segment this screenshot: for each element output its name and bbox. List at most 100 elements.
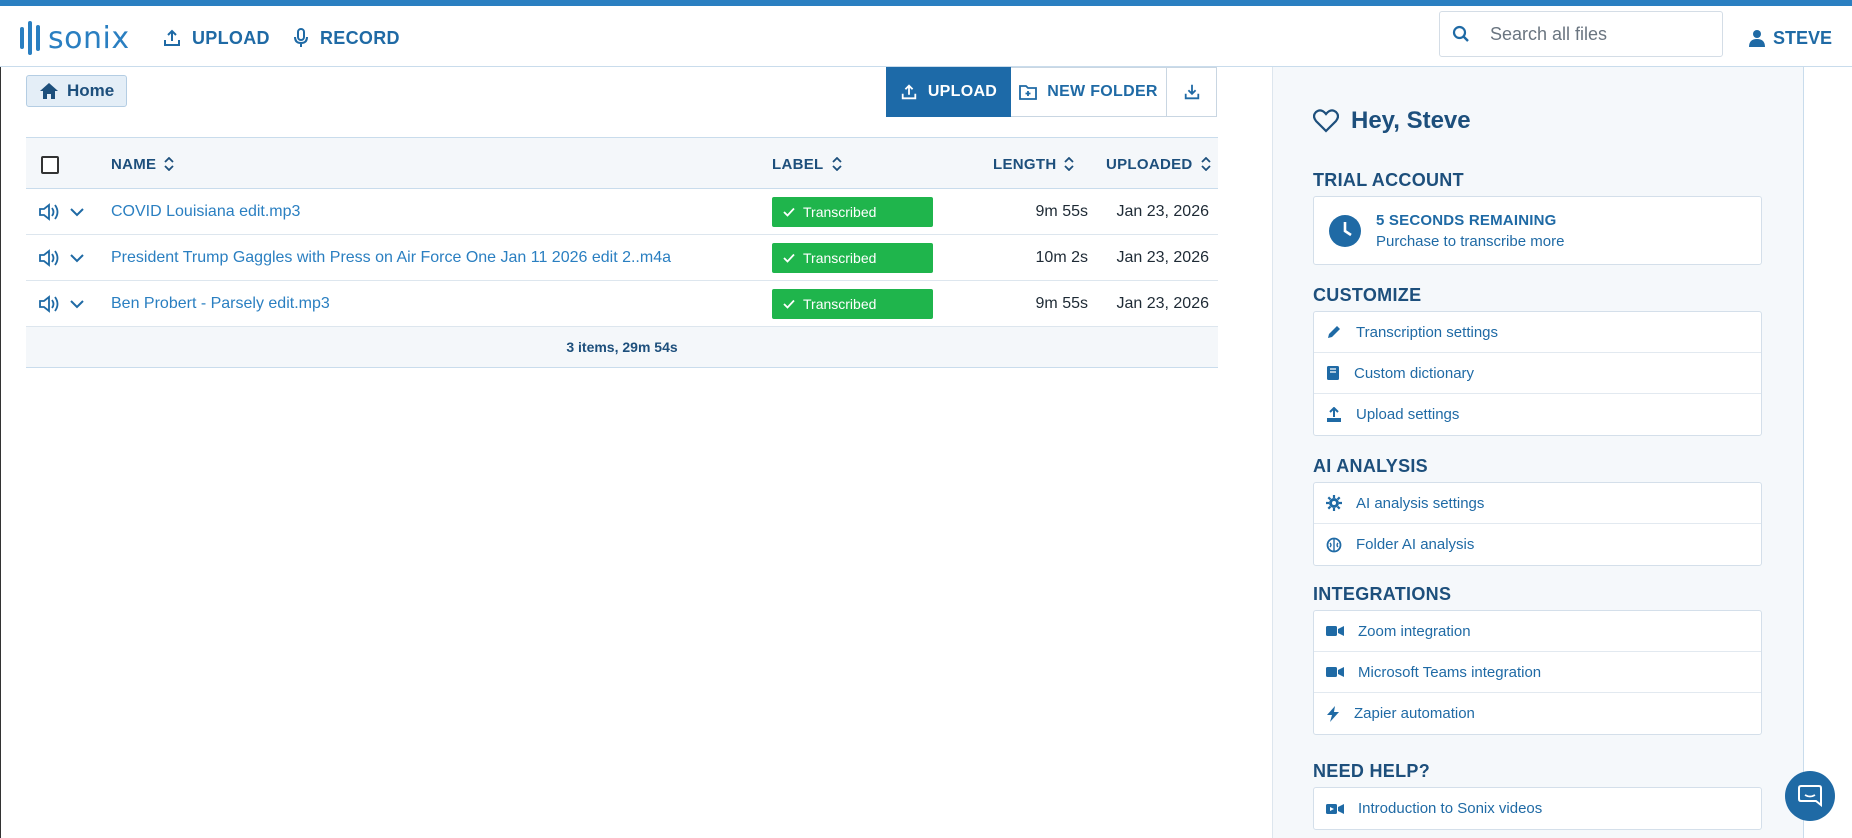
- book-icon: [1327, 366, 1339, 380]
- sort-icon: [164, 157, 175, 171]
- check-icon: [783, 253, 795, 263]
- intro-videos-link[interactable]: Introduction to Sonix videos: [1314, 788, 1761, 829]
- trial-purchase-link[interactable]: Purchase to transcribe more: [1376, 233, 1564, 250]
- check-icon: [783, 299, 795, 309]
- label-header-label: LABEL: [772, 155, 824, 173]
- label-column-header[interactable]: LABEL: [772, 138, 842, 190]
- label-cell: Transcribed: [772, 189, 933, 235]
- table-header: NAME LABEL LENGTH UPLOADED: [26, 137, 1218, 189]
- uploaded-column-header[interactable]: UPLOADED: [1106, 138, 1211, 190]
- transcription-settings-link[interactable]: Transcription settings: [1314, 312, 1761, 353]
- file-name-link[interactable]: COVID Louisiana edit.mp3: [111, 189, 300, 235]
- link-label: Zapier automation: [1354, 705, 1475, 722]
- user-menu[interactable]: STEVE: [1749, 24, 1832, 52]
- trial-text: 5 SECONDS REMAINING Purchase to transcri…: [1376, 212, 1564, 250]
- row-actions: [38, 189, 84, 235]
- download-button[interactable]: [1167, 67, 1217, 117]
- integrations-section-title: INTEGRATIONS: [1313, 584, 1452, 604]
- ai-card: AI analysis settings Folder AI analysis: [1313, 482, 1762, 566]
- logo-text: sonix: [48, 20, 130, 56]
- teams-integration-link[interactable]: Microsoft Teams integration: [1314, 652, 1761, 693]
- upload-settings-icon: [1327, 406, 1341, 422]
- sort-icon: [1200, 157, 1211, 171]
- custom-dictionary-link[interactable]: Custom dictionary: [1314, 353, 1761, 394]
- table-summary: 3 items, 29m 54s: [26, 327, 1218, 368]
- nav-upload-link[interactable]: UPLOAD: [162, 24, 270, 52]
- file-name-link[interactable]: President Trump Gaggles with Press on Ai…: [111, 235, 671, 281]
- chat-icon: [1798, 785, 1822, 807]
- table-row[interactable]: COVID Louisiana edit.mp3 Transcribed 9m …: [26, 189, 1218, 235]
- uploaded-cell: Jan 23, 2026: [1116, 295, 1209, 312]
- row-actions: [38, 235, 84, 281]
- microphone-icon: [294, 28, 308, 47]
- link-label: Transcription settings: [1356, 323, 1499, 341]
- length-cell: 10m 2s: [1035, 249, 1088, 266]
- breadcrumb-home[interactable]: Home: [26, 75, 128, 107]
- pen-icon: [1328, 326, 1340, 338]
- sonix-logo[interactable]: sonix: [20, 20, 130, 56]
- nav-record-link[interactable]: RECORD: [292, 24, 400, 52]
- zapier-automation-link[interactable]: Zapier automation: [1314, 693, 1761, 734]
- gear-icon: [1326, 495, 1342, 511]
- speaker-icon[interactable]: [38, 203, 60, 221]
- trial-section-title: TRIAL ACCOUNT: [1313, 170, 1464, 190]
- new-folder-label: NEW FOLDER: [1047, 83, 1158, 100]
- nav-upload-label: UPLOAD: [192, 27, 270, 48]
- ai-section-title: AI ANALYSIS: [1313, 456, 1428, 476]
- name-header-label: NAME: [111, 155, 157, 173]
- ai-analysis-settings-link[interactable]: AI analysis settings: [1314, 483, 1761, 524]
- new-folder-button[interactable]: NEW FOLDER: [1011, 67, 1167, 117]
- search-box[interactable]: [1439, 11, 1723, 57]
- breadcrumb-label: Home: [67, 81, 115, 100]
- label-cell: Transcribed: [772, 281, 933, 327]
- uploaded-cell: Jan 23, 2026: [1116, 249, 1209, 266]
- file-toolbar: UPLOAD NEW FOLDER: [886, 67, 1217, 117]
- greeting: Hey, Steve: [1313, 107, 1471, 135]
- window-edge: [0, 6, 1, 838]
- link-label: Microsoft Teams integration: [1358, 663, 1542, 681]
- length-cell: 9m 55s: [1035, 203, 1088, 220]
- app-header: sonix UPLOAD RECORD STEVE: [0, 6, 1852, 67]
- length-column-header[interactable]: LENGTH: [993, 138, 1075, 190]
- link-label: Zoom integration: [1358, 622, 1471, 640]
- trial-card[interactable]: 5 SECONDS REMAINING Purchase to transcri…: [1313, 196, 1762, 265]
- speaker-icon[interactable]: [38, 295, 60, 313]
- check-icon: [783, 207, 795, 217]
- bolt-icon: [1327, 705, 1339, 722]
- integrations-card: Zoom integration Microsoft Teams integra…: [1313, 610, 1762, 735]
- chevron-down-icon[interactable]: [70, 207, 84, 217]
- zoom-integration-link[interactable]: Zoom integration: [1314, 611, 1761, 652]
- clock-icon: [1329, 214, 1361, 247]
- file-name-link[interactable]: Ben Probert - Parsely edit.mp3: [111, 281, 330, 327]
- status-badge[interactable]: Transcribed: [772, 289, 933, 319]
- greeting-text: Hey, Steve: [1351, 107, 1471, 134]
- select-all-checkbox[interactable]: [41, 156, 59, 174]
- upload-settings-link[interactable]: Upload settings: [1314, 394, 1761, 435]
- link-label: Upload settings: [1356, 406, 1460, 423]
- speaker-icon[interactable]: [38, 249, 60, 267]
- table-row[interactable]: President Trump Gaggles with Press on Ai…: [26, 235, 1218, 281]
- name-column-header[interactable]: NAME: [111, 138, 175, 190]
- uploaded-header-label: UPLOADED: [1106, 155, 1193, 173]
- folder-ai-analysis-link[interactable]: Folder AI analysis: [1314, 524, 1761, 565]
- chevron-down-icon[interactable]: [70, 299, 84, 309]
- status-badge[interactable]: Transcribed: [772, 243, 933, 273]
- customize-card: Transcription settings Custom dictionary…: [1313, 311, 1762, 436]
- search-icon: [1452, 25, 1469, 42]
- heart-icon: [1313, 109, 1339, 133]
- user-icon: [1749, 30, 1765, 47]
- label-cell: Transcribed: [772, 235, 933, 281]
- link-label: Introduction to Sonix videos: [1358, 800, 1543, 817]
- chat-support-button[interactable]: [1785, 771, 1835, 821]
- video-icon: [1326, 626, 1344, 636]
- customize-section-title: CUSTOMIZE: [1313, 285, 1422, 305]
- table-row[interactable]: Ben Probert - Parsely edit.mp3 Transcrib…: [26, 281, 1218, 327]
- files-table: NAME LABEL LENGTH UPLOADED COVID Louisia…: [26, 137, 1218, 368]
- brain-icon: [1326, 537, 1342, 552]
- search-input[interactable]: [1490, 23, 1690, 45]
- chevron-down-icon[interactable]: [70, 253, 84, 263]
- logo-bars-icon: [20, 21, 40, 55]
- upload-button[interactable]: UPLOAD: [886, 67, 1011, 117]
- status-badge[interactable]: Transcribed: [772, 197, 933, 227]
- sort-icon: [1064, 157, 1075, 171]
